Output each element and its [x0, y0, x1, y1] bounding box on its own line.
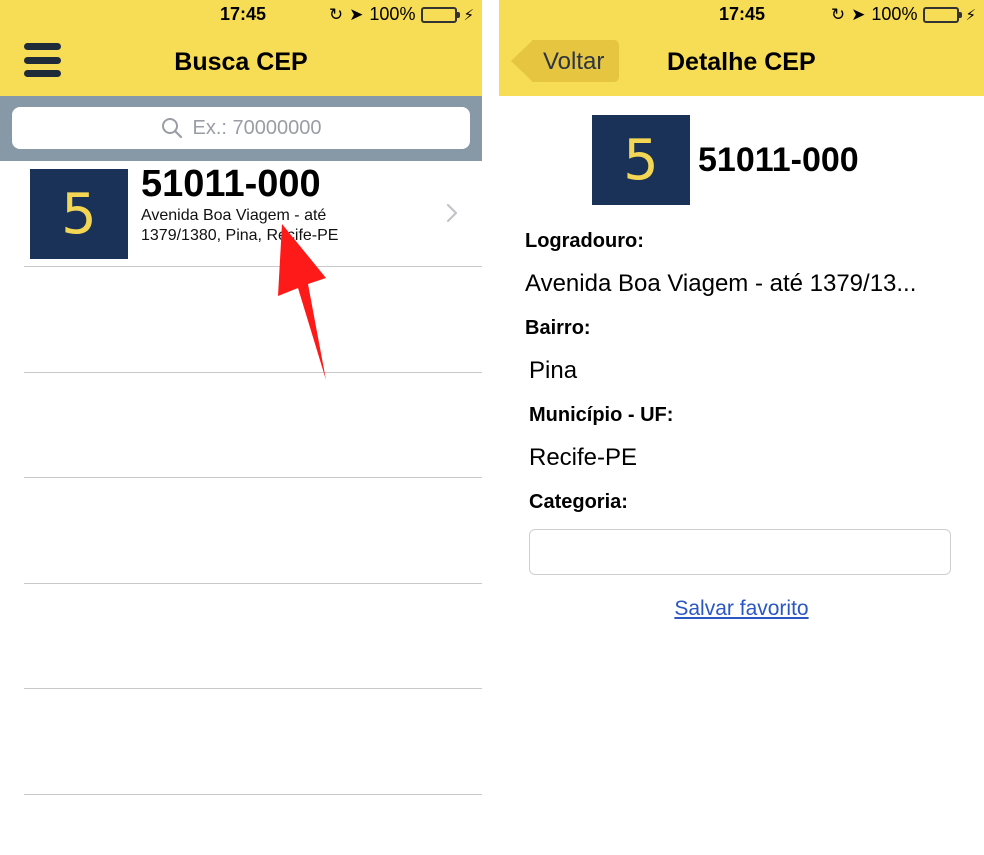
- detalhe-cep-screen: 17:45 ↻ ➤ 100% ⚡ Voltar Detalhe CEP 5 51…: [499, 0, 984, 855]
- location-arrow-icon: ➤: [851, 4, 866, 24]
- screen-divider: [482, 0, 499, 855]
- row-separator: [24, 477, 482, 478]
- nav-bar: Voltar Detalhe CEP: [499, 30, 984, 96]
- row-separator: [24, 583, 482, 584]
- chevron-right-icon: [446, 203, 458, 223]
- municipio-label: Município - UF:: [529, 404, 674, 426]
- categoria-label: Categoria:: [529, 491, 628, 513]
- location-arrow-icon: ➤: [349, 4, 364, 24]
- search-icon: [161, 118, 182, 139]
- battery-icon: [421, 6, 461, 23]
- search-input[interactable]: Ex.: 70000000: [12, 107, 470, 149]
- back-button-label: Voltar: [543, 48, 605, 75]
- bairro-label: Bairro:: [525, 317, 591, 339]
- charging-bolt-icon: ⚡: [463, 6, 474, 24]
- municipio-value: Recife-PE: [529, 444, 638, 471]
- battery-percent: 100%: [871, 4, 918, 24]
- categoria-input[interactable]: [529, 529, 951, 575]
- status-right: ↻ ➤ 100% ⚡: [329, 4, 474, 25]
- busca-cep-screen: 17:45 ↻ ➤ 100% ⚡ Busca CEP Ex.: 70000000…: [0, 0, 482, 855]
- page-title: Detalhe CEP: [667, 48, 816, 76]
- bairro-value: Pina: [529, 357, 578, 384]
- result-cep: 51011-000: [141, 163, 321, 205]
- back-arrow-icon: [511, 40, 533, 82]
- status-right: ↻ ➤ 100% ⚡: [831, 4, 976, 25]
- charging-bolt-icon: ⚡: [965, 6, 976, 24]
- result-address: Avenida Boa Viagem - até 1379/1380, Pina…: [141, 207, 339, 244]
- row-separator: [24, 794, 482, 795]
- status-bar: 17:45 ↻ ➤ 100% ⚡: [499, 0, 984, 30]
- battery-icon: [923, 6, 963, 23]
- nav-bar: Busca CEP: [0, 30, 482, 96]
- back-button[interactable]: Voltar: [511, 40, 619, 82]
- page-title: Busca CEP: [174, 48, 308, 76]
- save-favorite-link[interactable]: Salvar favorito: [499, 597, 984, 621]
- cep-tile: 5: [30, 169, 128, 259]
- status-time: 17:45: [220, 4, 267, 24]
- rotation-lock-icon: ↻: [830, 4, 846, 24]
- list-item[interactable]: 5 51011-000 Avenida Boa Viagem - até 137…: [0, 161, 482, 267]
- detail-cep: 51011-000: [698, 141, 859, 179]
- rotation-lock-icon: ↻: [328, 4, 344, 24]
- row-separator: [24, 266, 482, 267]
- status-bar: 17:45 ↻ ➤ 100% ⚡: [0, 0, 482, 30]
- status-time: 17:45: [719, 4, 766, 24]
- row-separator: [24, 372, 482, 373]
- search-bar: Ex.: 70000000: [0, 96, 482, 161]
- battery-percent: 100%: [369, 4, 416, 24]
- cep-tile: 5: [592, 115, 690, 205]
- logradouro-label: Logradouro:: [525, 230, 644, 252]
- search-placeholder: Ex.: 70000000: [192, 116, 322, 139]
- logradouro-value: Avenida Boa Viagem - até 1379/13...: [525, 270, 917, 297]
- row-separator: [24, 688, 482, 689]
